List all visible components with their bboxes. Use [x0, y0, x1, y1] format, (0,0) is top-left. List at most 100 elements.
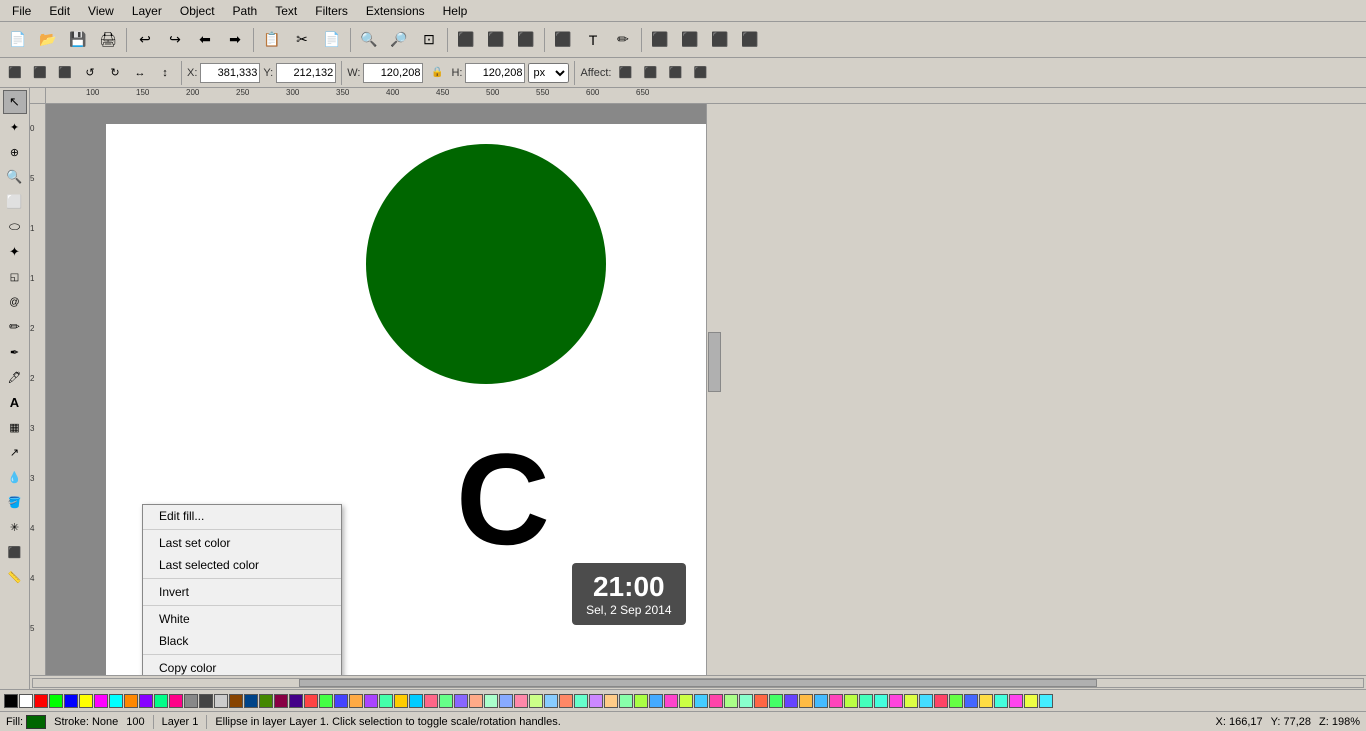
palette-swatch-30[interactable]	[454, 694, 468, 708]
palette-swatch-61[interactable]	[919, 694, 933, 708]
rect-tool[interactable]: ⬜	[3, 190, 27, 214]
cm-last-selected-color[interactable]: Last selected color	[143, 554, 341, 576]
palette-swatch-16[interactable]	[244, 694, 258, 708]
spiral-tool[interactable]: @	[3, 290, 27, 314]
redo-button[interactable]: ↪	[161, 26, 189, 54]
paint-bucket-tool[interactable]: 🪣	[3, 490, 27, 514]
scrollbar-h-thumb[interactable]	[299, 679, 1097, 687]
cm-black[interactable]: Black	[143, 630, 341, 652]
palette-swatch-60[interactable]	[904, 694, 918, 708]
color-picker-tb-button[interactable]: ⬛	[736, 26, 764, 54]
palette-swatch-34[interactable]	[514, 694, 528, 708]
palette-swatch-11[interactable]	[169, 694, 183, 708]
palette-swatch-17[interactable]	[259, 694, 273, 708]
palette-swatch-48[interactable]	[724, 694, 738, 708]
palette-swatch-21[interactable]	[319, 694, 333, 708]
zoom-in-button[interactable]: 🔍	[355, 26, 383, 54]
palette-swatch-6[interactable]	[94, 694, 108, 708]
palette-swatch-31[interactable]	[469, 694, 483, 708]
palette-swatch-19[interactable]	[289, 694, 303, 708]
transform-button[interactable]: ⬛	[452, 26, 480, 54]
open-button[interactable]: 📂	[34, 26, 62, 54]
unit-select[interactable]: pxmmcmin	[528, 63, 569, 83]
rotate-cw-btn[interactable]: ↻	[104, 62, 126, 84]
w-input[interactable]	[363, 63, 423, 83]
palette-swatch-57[interactable]	[859, 694, 873, 708]
palette-swatch-7[interactable]	[109, 694, 123, 708]
palette-swatch-8[interactable]	[124, 694, 138, 708]
palette-swatch-26[interactable]	[394, 694, 408, 708]
menu-view[interactable]: View	[80, 2, 122, 20]
print-button[interactable]: 🖨	[94, 26, 122, 54]
dropper-tool[interactable]: 💧	[3, 465, 27, 489]
palette-swatch-4[interactable]	[64, 694, 78, 708]
fill-color-box[interactable]	[26, 715, 46, 729]
undo-button[interactable]: ↩	[131, 26, 159, 54]
palette-swatch-56[interactable]	[844, 694, 858, 708]
menu-file[interactable]: File	[4, 2, 39, 20]
select-same-btn[interactable]: ⬛	[29, 62, 51, 84]
palette-swatch-67[interactable]	[1009, 694, 1023, 708]
palette-swatch-54[interactable]	[814, 694, 828, 708]
copy-button[interactable]: 📋	[258, 26, 286, 54]
affect-btn1[interactable]: ⬛	[614, 62, 636, 84]
scrollbar-horizontal[interactable]	[30, 675, 1366, 689]
lock-ratio-btn[interactable]: 🔒	[426, 62, 448, 84]
palette-swatch-49[interactable]	[739, 694, 753, 708]
palette-swatch-35[interactable]	[529, 694, 543, 708]
palette-swatch-44[interactable]	[664, 694, 678, 708]
connector-tool[interactable]: ↗	[3, 440, 27, 464]
h-input[interactable]	[465, 63, 525, 83]
back-button[interactable]: ⬅	[191, 26, 219, 54]
palette-swatch-52[interactable]	[784, 694, 798, 708]
connector-button[interactable]: ⬛	[676, 26, 704, 54]
palette-swatch-68[interactable]	[1024, 694, 1038, 708]
measure-button[interactable]: ⬛	[706, 26, 734, 54]
zoom-out-button[interactable]: 🔎	[385, 26, 413, 54]
palette-swatch-55[interactable]	[829, 694, 843, 708]
select-all-btn[interactable]: ⬛	[4, 62, 26, 84]
palette-swatch-47[interactable]	[709, 694, 723, 708]
node-button[interactable]: ⬛	[549, 26, 577, 54]
marker-button[interactable]: ⬛	[646, 26, 674, 54]
calligraphy-tool[interactable]: 🖊	[3, 365, 27, 389]
affect-btn3[interactable]: ⬛	[664, 62, 686, 84]
palette-swatch-12[interactable]	[184, 694, 198, 708]
zoom-tool[interactable]: 🔍	[3, 165, 27, 189]
cut-button[interactable]: ✂	[288, 26, 316, 54]
palette-swatch-0[interactable]	[4, 694, 18, 708]
deselect-btn[interactable]: ⬛	[54, 62, 76, 84]
menu-filters[interactable]: Filters	[307, 2, 356, 20]
palette-swatch-3[interactable]	[49, 694, 63, 708]
palette-swatch-43[interactable]	[649, 694, 663, 708]
palette-swatch-27[interactable]	[409, 694, 423, 708]
palette-swatch-36[interactable]	[544, 694, 558, 708]
cm-edit-fill[interactable]: Edit fill...	[143, 505, 341, 527]
menu-object[interactable]: Object	[172, 2, 223, 20]
palette-swatch-37[interactable]	[559, 694, 573, 708]
palette-swatch-14[interactable]	[214, 694, 228, 708]
save-button[interactable]: 💾	[64, 26, 92, 54]
palette-swatch-66[interactable]	[994, 694, 1008, 708]
eraser-tool[interactable]: ⬛	[3, 540, 27, 564]
palette-swatch-41[interactable]	[619, 694, 633, 708]
menu-edit[interactable]: Edit	[41, 2, 78, 20]
palette-swatch-20[interactable]	[304, 694, 318, 708]
flip-v-btn[interactable]: ↕	[154, 62, 176, 84]
align-button[interactable]: ⬛	[482, 26, 510, 54]
palette-swatch-33[interactable]	[499, 694, 513, 708]
cm-last-set-color[interactable]: Last set color	[143, 532, 341, 554]
menu-layer[interactable]: Layer	[124, 2, 170, 20]
zoom-fit-button[interactable]: ⊡	[415, 26, 443, 54]
palette-swatch-69[interactable]	[1039, 694, 1053, 708]
palette-swatch-42[interactable]	[634, 694, 648, 708]
scrollbar-h-track[interactable]	[32, 678, 1364, 688]
palette-swatch-28[interactable]	[424, 694, 438, 708]
gradient-tool[interactable]: ▦	[3, 415, 27, 439]
palette-swatch-23[interactable]	[349, 694, 363, 708]
palette-swatch-65[interactable]	[979, 694, 993, 708]
palette-swatch-63[interactable]	[949, 694, 963, 708]
y-input[interactable]	[276, 63, 336, 83]
x-input[interactable]	[200, 63, 260, 83]
spray-tool[interactable]: ✳	[3, 515, 27, 539]
